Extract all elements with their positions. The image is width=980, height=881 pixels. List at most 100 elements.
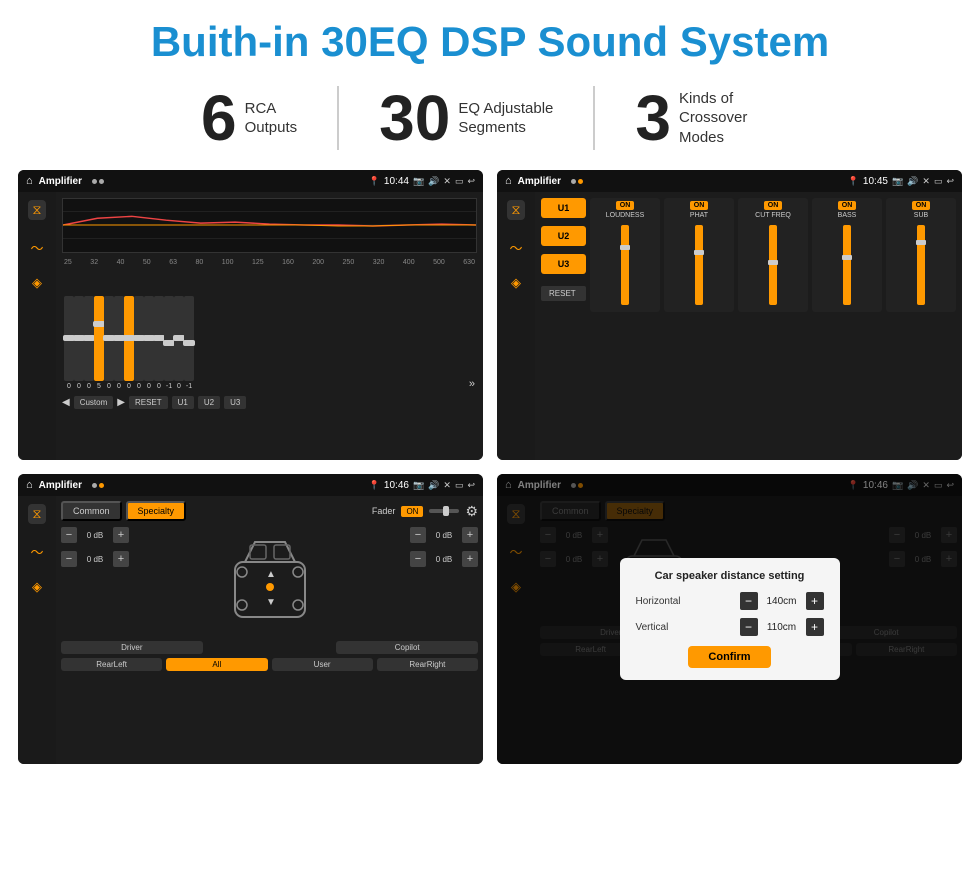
- vol-right: − 0 dB + − 0 dB +: [410, 527, 478, 637]
- back-icon-3[interactable]: ↩: [467, 480, 475, 491]
- vol-minus-tr[interactable]: −: [410, 527, 426, 543]
- phat-fader[interactable]: [695, 225, 703, 305]
- driver-btn[interactable]: Driver: [61, 641, 203, 654]
- sub-fader[interactable]: [917, 225, 925, 305]
- eq-slider-4[interactable]: 0: [104, 296, 114, 390]
- fader-speaker-icon[interactable]: ◈: [32, 579, 42, 595]
- vertical-control: − 110cm +: [740, 618, 824, 636]
- dot4: [578, 179, 583, 184]
- fader-filter-icon[interactable]: ⧖: [28, 504, 45, 524]
- u2-btn[interactable]: U2: [198, 396, 220, 409]
- eq-slider-7[interactable]: 0: [134, 296, 144, 390]
- vol-val-bl: 0 dB: [80, 555, 110, 564]
- all-btn[interactable]: All: [166, 658, 267, 671]
- vertical-minus[interactable]: −: [740, 618, 758, 636]
- u3-preset[interactable]: U3: [541, 254, 586, 274]
- horizontal-control: − 140cm +: [740, 592, 824, 610]
- back-icon-2[interactable]: ↩: [946, 176, 954, 187]
- phat-on[interactable]: ON: [690, 201, 709, 210]
- status-dots: [92, 179, 104, 184]
- loudness-on[interactable]: ON: [616, 201, 635, 210]
- location-icon-2: 📍: [848, 176, 859, 187]
- cutfreq-on[interactable]: ON: [764, 201, 783, 210]
- fader-slider[interactable]: [429, 509, 459, 513]
- eq-speaker-icon[interactable]: ◈: [32, 275, 42, 291]
- dot3: [571, 179, 576, 184]
- fader-wave-icon[interactable]: 〜: [30, 542, 43, 561]
- expand-icon[interactable]: »: [469, 378, 475, 390]
- crossover-reset[interactable]: RESET: [541, 286, 586, 301]
- eq-bottom-btns: ◀ Custom ▶ RESET U1 U2 U3: [62, 396, 477, 409]
- topbar-eq-title: Amplifier: [39, 176, 82, 187]
- eq-filter-icon[interactable]: ⧖: [28, 200, 45, 220]
- camera-icon: 📷: [413, 176, 424, 187]
- prev-icon[interactable]: ◀: [62, 397, 70, 408]
- home-icon[interactable]: ⌂: [26, 175, 33, 187]
- vol-plus-bl[interactable]: +: [113, 551, 129, 567]
- vertical-label: Vertical: [636, 622, 669, 633]
- bass-on[interactable]: ON: [838, 201, 857, 210]
- home-icon-2[interactable]: ⌂: [505, 175, 512, 187]
- vol-plus-br[interactable]: +: [462, 551, 478, 567]
- eq-slider-6[interactable]: 0: [124, 296, 134, 390]
- custom-btn[interactable]: Custom: [74, 396, 114, 409]
- settings-icon[interactable]: ⚙: [465, 503, 478, 520]
- dot2: [99, 179, 104, 184]
- vol-minus-bl[interactable]: −: [61, 551, 77, 567]
- vol-plus-tr[interactable]: +: [462, 527, 478, 543]
- eq-slider-12[interactable]: -1: [184, 296, 194, 390]
- back-icon[interactable]: ↩: [467, 176, 475, 187]
- loudness-fader[interactable]: [621, 225, 629, 305]
- fader-on-badge[interactable]: ON: [401, 506, 423, 517]
- dialog-vertical-row: Vertical − 110cm +: [636, 618, 824, 636]
- svg-text:▲: ▲: [266, 569, 276, 580]
- eq-wave-icon[interactable]: 〜: [30, 238, 43, 257]
- topbar-icons-fader: 📍 10:46 📷 🔊 ✕ ▭ ↩: [369, 480, 475, 491]
- rearleft-btn[interactable]: RearLeft: [61, 658, 162, 671]
- channel-bass: ON BASS: [812, 198, 882, 312]
- dialog-horizontal-row: Horizontal − 140cm +: [636, 592, 824, 610]
- crossover-speaker-icon[interactable]: ◈: [511, 275, 521, 291]
- bass-fader[interactable]: [843, 225, 851, 305]
- vertical-plus[interactable]: +: [806, 618, 824, 636]
- next-icon[interactable]: ▶: [117, 397, 125, 408]
- topbar-crossover-title: Amplifier: [518, 176, 561, 187]
- user-btn[interactable]: User: [272, 658, 373, 671]
- eq-slider-2[interactable]: 0: [84, 296, 94, 390]
- preset-btns: U1 U2 U3 RESET: [541, 198, 586, 312]
- vol-plus-tl[interactable]: +: [113, 527, 129, 543]
- horizontal-minus[interactable]: −: [740, 592, 758, 610]
- sub-on[interactable]: ON: [912, 201, 931, 210]
- horizontal-plus[interactable]: +: [806, 592, 824, 610]
- stat-rca-number: 6: [201, 86, 237, 150]
- rearright-btn[interactable]: RearRight: [377, 658, 478, 671]
- eq-slider-0[interactable]: 0: [64, 296, 74, 390]
- vol-minus-br[interactable]: −: [410, 551, 426, 567]
- dot1: [92, 179, 97, 184]
- crossover-wave-icon[interactable]: 〜: [509, 238, 522, 257]
- eq-slider-1[interactable]: 0: [74, 296, 84, 390]
- vol-control-tl: − 0 dB +: [61, 527, 129, 543]
- cutfreq-fader[interactable]: [769, 225, 777, 305]
- reset-btn[interactable]: RESET: [129, 396, 168, 409]
- eq-slider-5[interactable]: 0: [114, 296, 124, 390]
- tab-common[interactable]: Common: [61, 501, 122, 521]
- screenshots-grid: ⌂ Amplifier 📍 10:44 📷 🔊 ✕ ▭ ↩ ⧖ 〜 ◈: [0, 164, 980, 774]
- topbar-eq: ⌂ Amplifier 📍 10:44 📷 🔊 ✕ ▭ ↩: [18, 170, 483, 192]
- confirm-button[interactable]: Confirm: [688, 646, 770, 668]
- tab-specialty[interactable]: Specialty: [126, 501, 187, 521]
- u1-preset[interactable]: U1: [541, 198, 586, 218]
- vol-left: − 0 dB + − 0 dB +: [61, 527, 129, 637]
- eq-slider-3[interactable]: 5: [94, 296, 104, 390]
- speaker-layout: − 0 dB + − 0 dB +: [61, 527, 478, 637]
- eq-slider-8[interactable]: 0: [144, 296, 154, 390]
- u1-btn[interactable]: U1: [172, 396, 194, 409]
- copilot-btn[interactable]: Copilot: [336, 641, 478, 654]
- home-icon-3[interactable]: ⌂: [26, 479, 33, 491]
- crossover-filter-icon[interactable]: ⧖: [507, 200, 524, 220]
- fader-label: Fader: [372, 506, 396, 516]
- u2-preset[interactable]: U2: [541, 226, 586, 246]
- eq-slider-10[interactable]: -1: [164, 296, 174, 390]
- vol-minus-tl[interactable]: −: [61, 527, 77, 543]
- u3-btn[interactable]: U3: [224, 396, 246, 409]
